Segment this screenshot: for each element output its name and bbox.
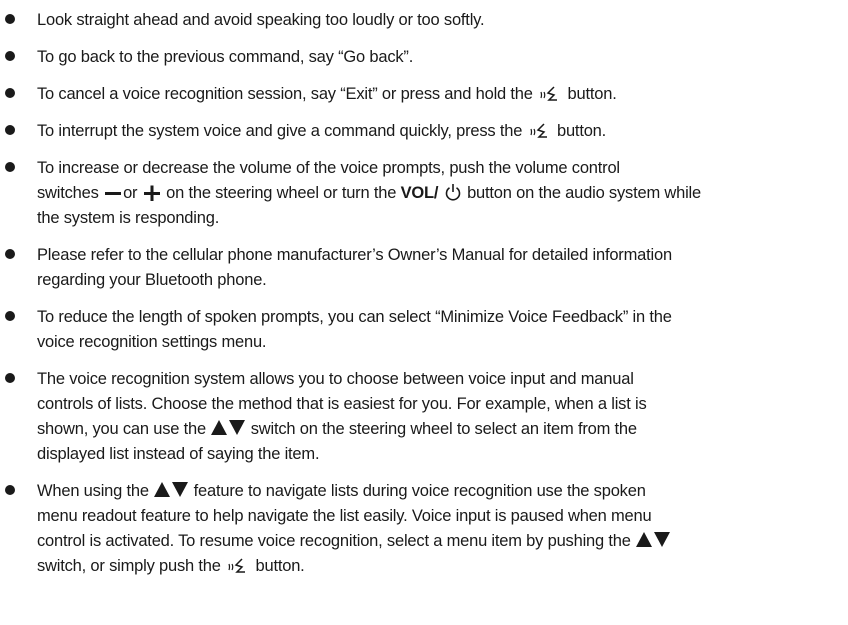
up-down-arrows-icon [211, 420, 246, 435]
item-text: button. [255, 557, 305, 575]
item-text: voice recognition settings menu. [37, 333, 267, 351]
item-text: To interrupt the system voice and give a… [37, 122, 523, 140]
item-text: Look straight ahead and avoid speaking t… [37, 11, 485, 29]
voice-talk-icon [228, 558, 246, 573]
bullet-icon [5, 249, 15, 259]
minus-icon [105, 192, 122, 195]
up-triangle-icon [211, 420, 228, 435]
item-text: switch on the steering wheel to select a… [250, 420, 637, 438]
bullet-icon [5, 51, 15, 61]
up-triangle-icon [636, 532, 653, 547]
item-text: To reduce the length of spoken prompts, … [37, 308, 672, 326]
up-down-arrows-icon [636, 532, 671, 547]
bullet-icon [5, 311, 15, 321]
item-text: control is activated. To resume voice re… [37, 532, 631, 550]
item-text: button on the audio system while [467, 184, 701, 202]
item-text: When using the [37, 482, 149, 500]
bullet-icon [5, 88, 15, 98]
down-triangle-icon [654, 532, 671, 547]
voice-talk-icon [530, 123, 547, 138]
item-text: button. [567, 85, 617, 103]
up-down-arrows-icon [154, 482, 189, 497]
item-text: displayed list instead of saying the ite… [37, 445, 320, 463]
item-text: menu readout feature to help navigate th… [37, 507, 652, 525]
item-text: To go back to the previous command, say … [37, 48, 414, 66]
up-triangle-icon [154, 482, 171, 497]
bullet-icon [5, 162, 15, 172]
item-text: controls of lists. Choose the method tha… [37, 395, 647, 413]
plus-icon [143, 185, 160, 201]
item-text: feature to navigate lists during voice r… [193, 482, 646, 500]
item-text: on the steering wheel or turn the [166, 184, 397, 202]
item-text: the system is responding. [37, 209, 220, 227]
item-text: To increase or decrease the volume of th… [37, 159, 620, 177]
item-text: shown, you can use the [37, 420, 206, 438]
item-text: or [123, 184, 138, 202]
voice-talk-icon [540, 86, 558, 101]
vol-label: VOL/ [400, 184, 439, 202]
item-text: switch, or simply push the [37, 557, 221, 575]
item-text: The voice recognition system allows you … [37, 370, 634, 388]
item-text: To cancel a voice recognition session, s… [37, 85, 533, 103]
bullet-icon [5, 14, 15, 24]
down-triangle-icon [229, 420, 246, 435]
bullet-icon [5, 125, 15, 135]
power-icon [445, 184, 460, 201]
bullet-icon [5, 485, 15, 495]
item-text: Please refer to the cellular phone manuf… [37, 246, 672, 264]
bullet-icon [5, 373, 15, 383]
item-text: switches [37, 184, 99, 202]
item-text: button. [556, 122, 607, 140]
down-triangle-icon [172, 482, 189, 497]
item-text: regarding your Bluetooth phone. [37, 271, 267, 289]
